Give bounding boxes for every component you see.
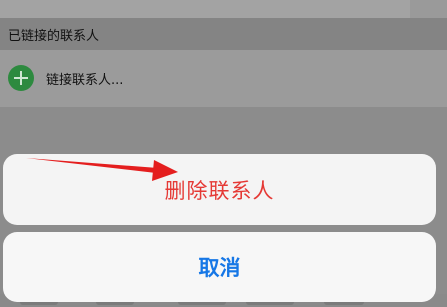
linked-contacts-header-label: 已链接的联系人 [8,29,100,44]
cancel-button[interactable]: 取消 [3,232,436,302]
top-field-strip [0,0,447,18]
contact-edit-screen: 已链接的联系人 链接联系人... 删除联系人 取消 [0,0,447,307]
dimmed-field [0,0,410,18]
action-sheet-options: 删除联系人 [3,154,436,225]
linked-contacts-header: 已链接的联系人 [0,18,447,50]
delete-contact-button[interactable]: 删除联系人 [3,154,436,225]
link-contact-label: 链接联系人... [46,73,124,88]
link-contact-row[interactable]: 链接联系人... [0,50,447,107]
action-sheet-cancel: 取消 [3,232,436,302]
plus-circle-icon[interactable] [8,65,34,91]
